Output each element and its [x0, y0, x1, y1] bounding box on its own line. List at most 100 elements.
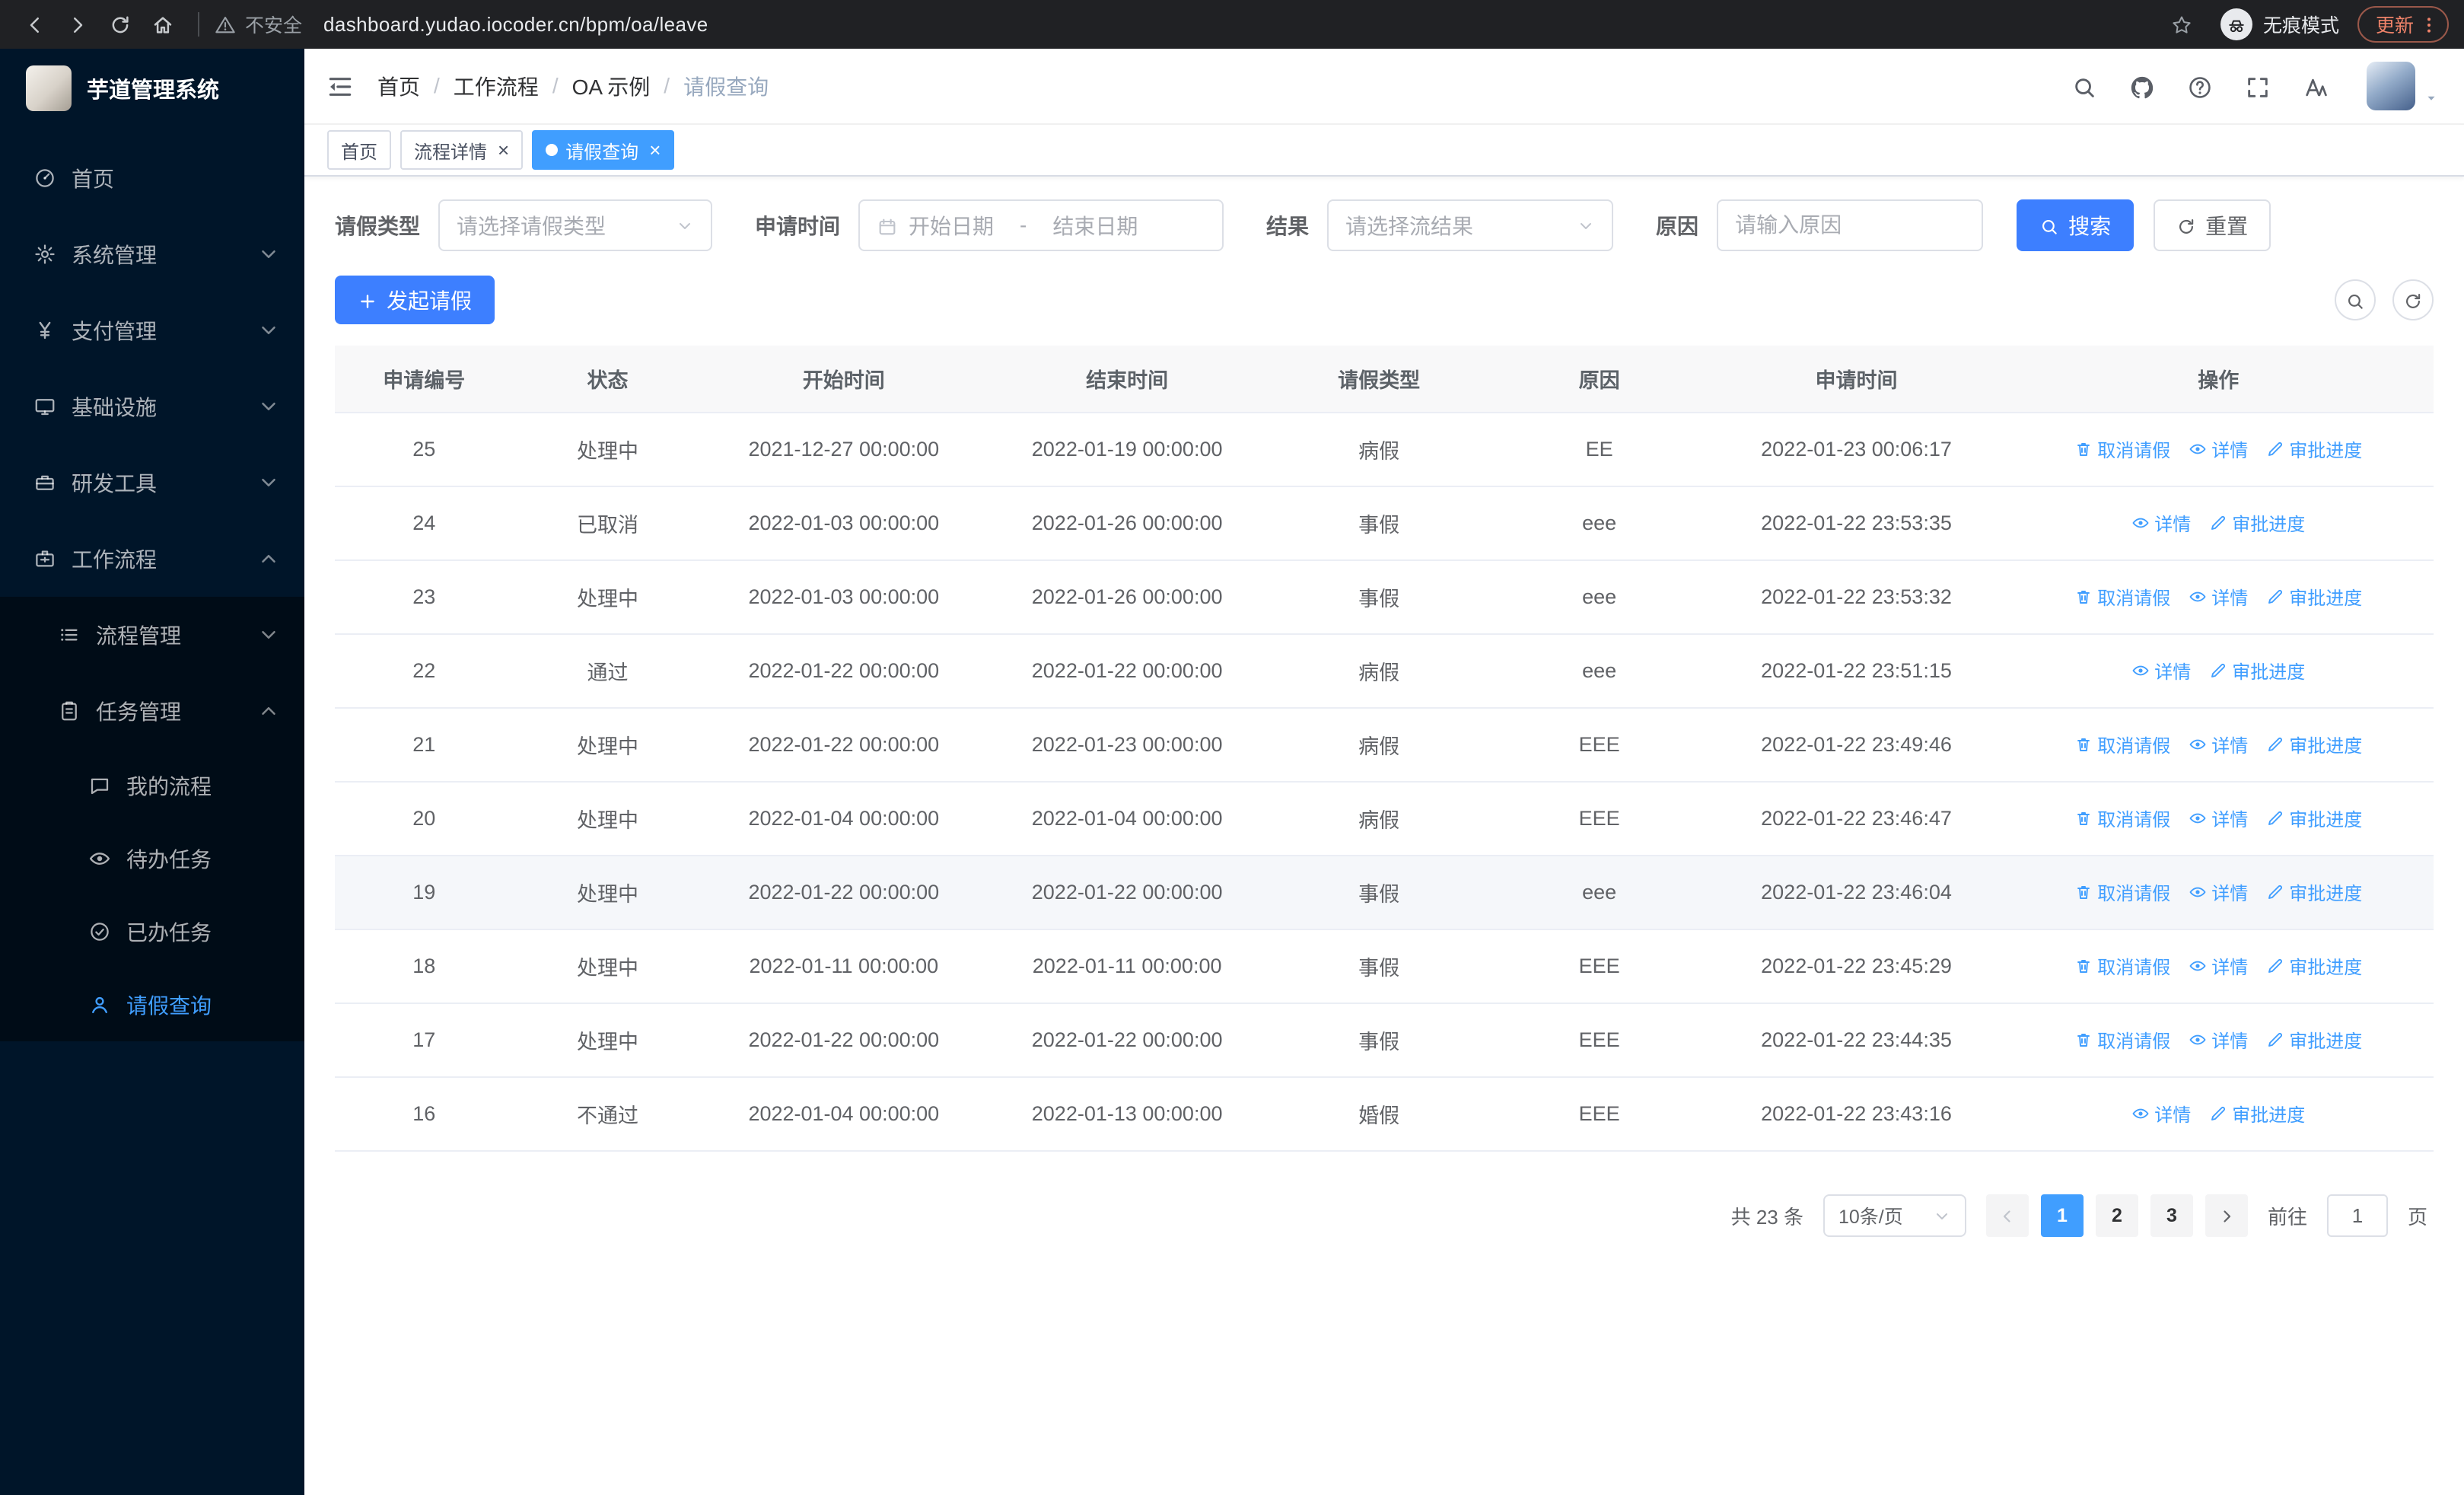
detail-action-link[interactable]: 详情 — [2189, 731, 2248, 757]
browser-back-button[interactable] — [15, 5, 55, 44]
progress-action-link[interactable]: 审批进度 — [2209, 1100, 2305, 1127]
progress-action-link[interactable]: 审批进度 — [2266, 878, 2362, 905]
font-size-button[interactable] — [2303, 72, 2329, 101]
sidebar-item-workflow[interactable]: 工作流程 — [0, 521, 304, 597]
breadcrumb-item: 请假查询 — [683, 75, 769, 99]
progress-action-link[interactable]: 审批进度 — [2266, 731, 2362, 757]
yen-icon — [39, 321, 51, 339]
cancel-action-link[interactable]: 取消请假 — [2074, 731, 2170, 757]
cancel-action-link[interactable]: 取消请假 — [2074, 952, 2170, 979]
tab-home[interactable]: 首页 — [327, 130, 391, 170]
detail-action-link[interactable]: 详情 — [2131, 509, 2191, 536]
sidebar-item-task-management[interactable]: 任务管理 — [0, 673, 304, 749]
app-logo[interactable]: 芋道管理系统 — [0, 49, 304, 128]
cancel-action-link[interactable]: 取消请假 — [2074, 583, 2170, 610]
search-button[interactable]: 搜索 — [2017, 199, 2135, 251]
cell-applied: 2022-01-22 23:43:16 — [1709, 1077, 2004, 1152]
url-text[interactable]: dashboard.yudao.iocoder.cn/bpm/oa/leave — [323, 13, 708, 37]
edit-icon — [2211, 1106, 2226, 1120]
page-button-2[interactable]: 2 — [2095, 1194, 2138, 1237]
prev-page-button[interactable] — [1985, 1194, 2029, 1237]
cell-start: 2022-01-03 00:00:00 — [702, 486, 985, 561]
sidebar-item-leave-query[interactable]: 请假查询 — [0, 968, 304, 1041]
security-indicator[interactable]: 不安全 — [215, 11, 302, 38]
header-search-button[interactable] — [2071, 72, 2097, 101]
github-link[interactable] — [2129, 72, 2155, 101]
cell-applied: 2022-01-22 23:46:04 — [1709, 856, 2004, 930]
detail-action-link[interactable]: 详情 — [2189, 583, 2248, 610]
progress-action-link[interactable]: 审批进度 — [2266, 805, 2362, 831]
bookmark-star-button[interactable] — [2170, 11, 2193, 37]
tab-process-detail[interactable]: 流程详情 × — [400, 130, 524, 170]
browser-forward-button[interactable] — [58, 5, 97, 44]
cell-status: 处理中 — [513, 708, 702, 783]
sidebar-item-todo-tasks[interactable]: 待办任务 — [0, 822, 304, 895]
help-button[interactable] — [2187, 72, 2213, 101]
leave-type-select[interactable]: 请选择请假类型 — [438, 199, 713, 251]
page-button-1[interactable]: 1 — [2040, 1194, 2084, 1237]
breadcrumb-item[interactable]: 首页 — [377, 71, 420, 101]
cancel-action-link[interactable]: 取消请假 — [2074, 1026, 2170, 1053]
sidebar-collapse-button[interactable] — [326, 70, 355, 103]
fullscreen-button[interactable] — [2245, 72, 2271, 101]
progress-action-link[interactable]: 审批进度 — [2266, 952, 2362, 979]
cell-applied: 2022-01-22 23:46:47 — [1709, 782, 2004, 856]
detail-action-link[interactable]: 详情 — [2189, 805, 2248, 831]
goto-label: 前往 — [2267, 1205, 2307, 1229]
sidebar-item-system-management[interactable]: 系统管理 — [0, 216, 304, 292]
cancel-action-link[interactable]: 取消请假 — [2074, 435, 2170, 462]
progress-action-link[interactable]: 审批进度 — [2209, 657, 2305, 684]
detail-action-link[interactable]: 详情 — [2131, 657, 2191, 684]
cell-actions: 取消请假 详情 审批进度 — [2003, 560, 2434, 635]
progress-action-link[interactable]: 审批进度 — [2266, 583, 2362, 610]
cancel-action-link[interactable]: 取消请假 — [2074, 878, 2170, 905]
browser-home-button[interactable] — [143, 5, 183, 44]
avatar[interactable] — [2367, 62, 2415, 110]
delete-icon — [2077, 885, 2090, 899]
table-refresh-button[interactable] — [2392, 279, 2434, 320]
progress-action-link[interactable]: 审批进度 — [2266, 1026, 2362, 1053]
detail-action-link[interactable]: 详情 — [2131, 1100, 2191, 1127]
tab-leave-query[interactable]: 请假查询 × — [532, 130, 675, 170]
detail-action-link[interactable]: 详情 — [2189, 435, 2248, 462]
apply-time-range-picker[interactable]: 开始日期 - 结束日期 — [858, 199, 1224, 251]
select-arrow — [676, 215, 694, 236]
browser-update-button[interactable]: 更新 — [2357, 6, 2449, 43]
breadcrumb-item[interactable]: OA 示例 — [572, 71, 651, 101]
detail-action-link[interactable]: 详情 — [2189, 878, 2248, 905]
sidebar-item-done-tasks[interactable]: 已办任务 — [0, 895, 304, 968]
create-leave-button[interactable]: 发起请假 — [335, 276, 495, 324]
tab-close-icon[interactable]: × — [649, 140, 661, 160]
cell-reason: eee — [1488, 634, 1710, 709]
sidebar-item-home[interactable]: 首页 — [0, 140, 304, 216]
sidebar-item-payment-management[interactable]: 支付管理 — [0, 292, 304, 368]
eye-icon — [2189, 1034, 2206, 1045]
cancel-action-link[interactable]: 取消请假 — [2074, 805, 2170, 831]
detail-action-link[interactable]: 详情 — [2189, 952, 2248, 979]
table-row: 20 处理中 2022-01-04 00:00:00 2022-01-04 00:00… — [335, 782, 2434, 856]
browser-refresh-button[interactable] — [100, 5, 140, 44]
sidebar-item-my-process[interactable]: 我的流程 — [0, 749, 304, 822]
breadcrumb-item[interactable]: 工作流程 — [454, 71, 539, 101]
page-button-3[interactable]: 3 — [2150, 1194, 2193, 1237]
next-page-button[interactable] — [2205, 1194, 2248, 1237]
goto-page-input[interactable] — [2326, 1194, 2388, 1237]
user-menu[interactable] — [2367, 62, 2440, 110]
tab-close-icon[interactable]: × — [498, 140, 509, 160]
table-search-toggle-button[interactable] — [2335, 279, 2376, 320]
action-label: 详情 — [2211, 810, 2249, 831]
progress-action-link[interactable]: 审批进度 — [2266, 435, 2362, 462]
reset-button[interactable]: 重置 — [2154, 199, 2271, 251]
cell-applied: 2022-01-22 23:45:29 — [1709, 929, 2004, 1004]
back-icon — [30, 18, 39, 33]
detail-action-link[interactable]: 详情 — [2189, 1026, 2248, 1053]
reason-input[interactable] — [1717, 199, 1984, 251]
sidebar-item-infrastructure[interactable]: 基础设施 — [0, 368, 304, 445]
progress-action-link[interactable]: 审批进度 — [2209, 509, 2305, 536]
cell-id: 16 — [335, 1077, 514, 1152]
eye-icon — [2132, 1108, 2149, 1119]
result-select[interactable]: 请选择流结果 — [1327, 199, 1614, 251]
sidebar-item-process-management[interactable]: 流程管理 — [0, 597, 304, 673]
sidebar-item-dev-tools[interactable]: 研发工具 — [0, 445, 304, 521]
page-size-select[interactable]: 10条/页 — [1823, 1194, 1966, 1237]
